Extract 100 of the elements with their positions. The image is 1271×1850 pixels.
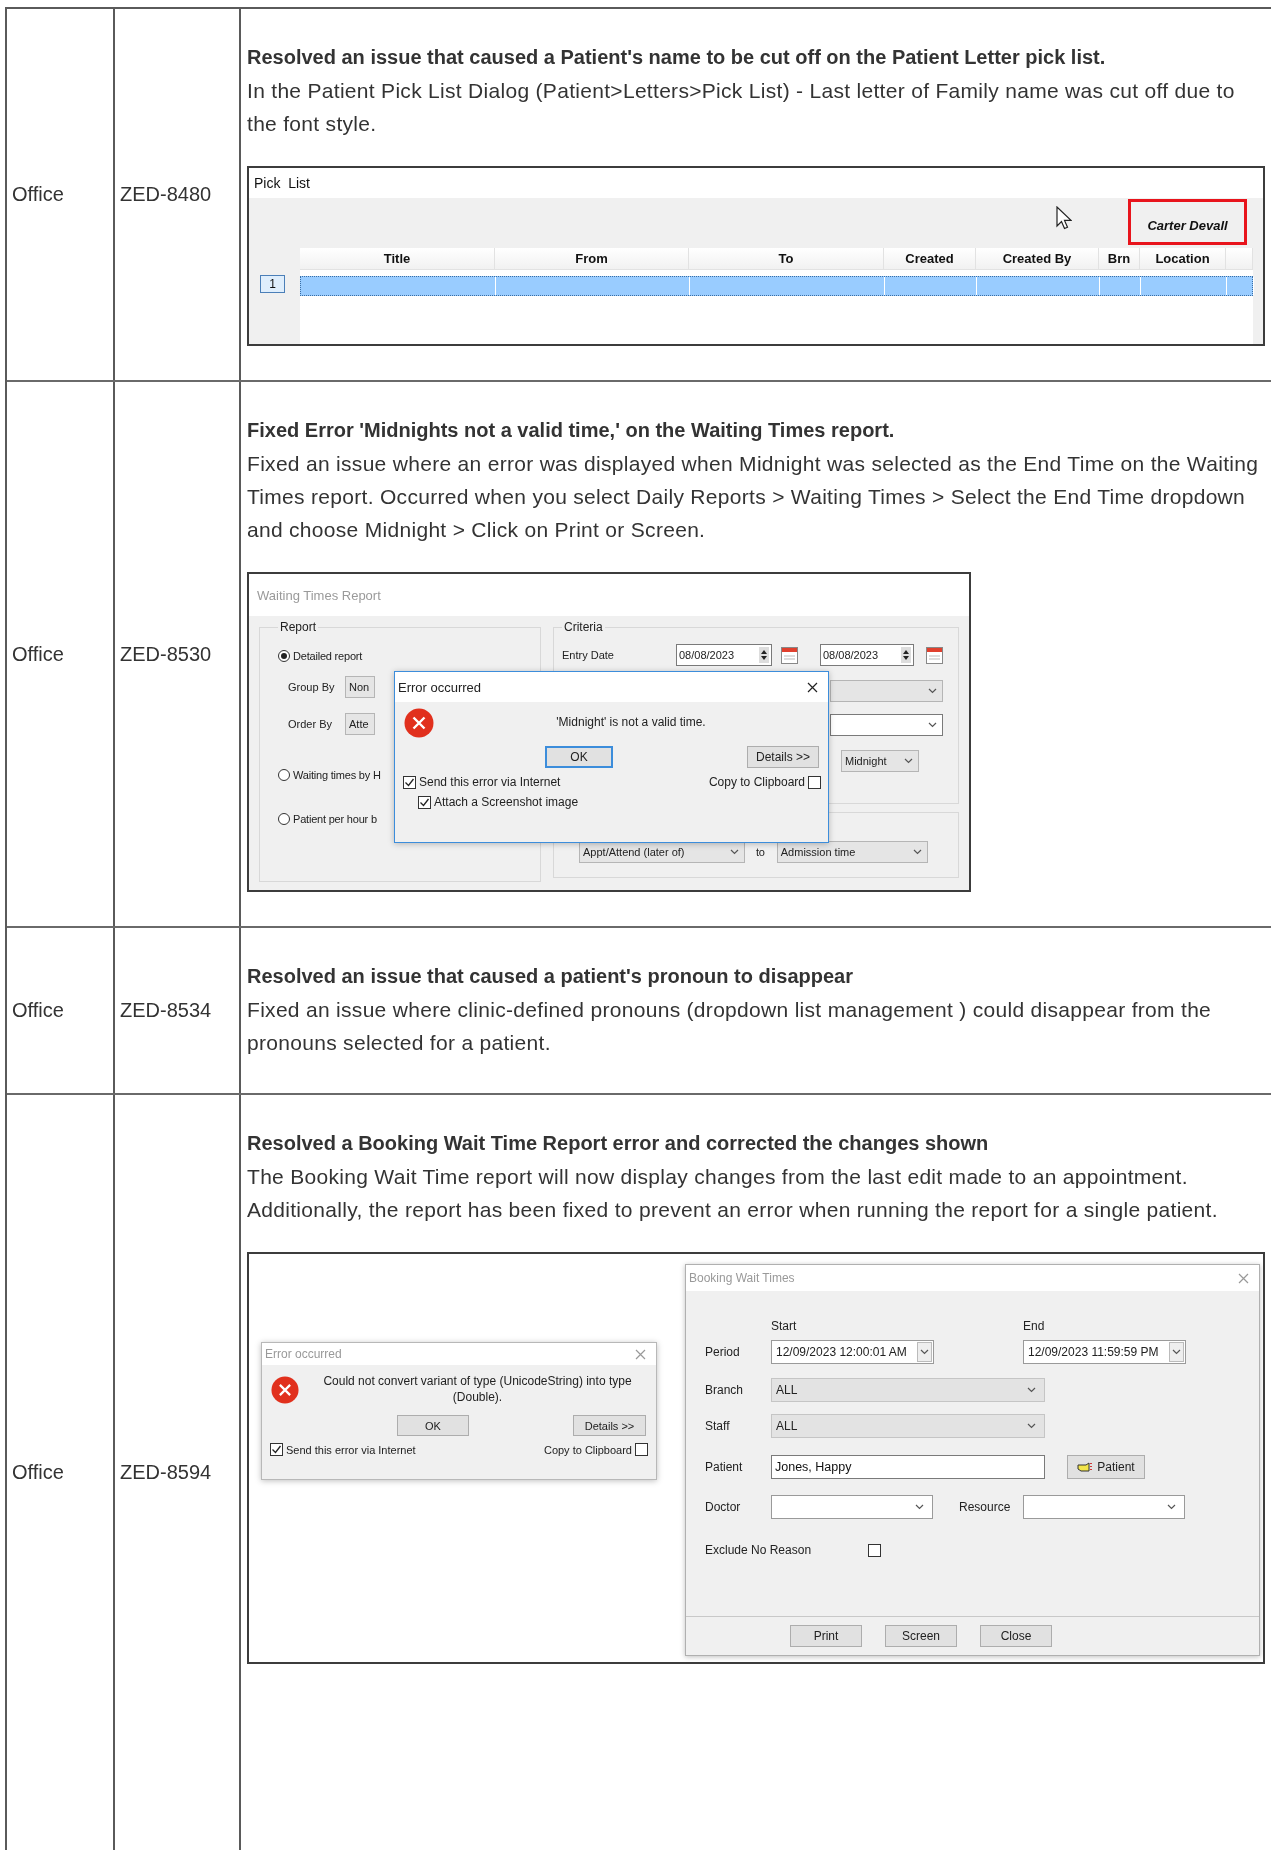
field-label: Branch: [705, 1383, 745, 1397]
error-icon: [271, 1376, 299, 1404]
issue-title: Resolved an issue that caused a patient's pronoun to disappear: [247, 964, 854, 989]
chevron-down-icon: [912, 849, 922, 855]
column-header[interactable]: Created By: [976, 248, 1099, 270]
checkbox-label: Send this error via Internet: [419, 775, 561, 789]
field-label: Entry Date: [562, 649, 615, 661]
checkbox-label: Copy to Clipboard: [708, 775, 805, 789]
chevron-down-icon: [1027, 1423, 1036, 1429]
group-label: Report: [279, 620, 318, 634]
close-icon[interactable]: [807, 681, 818, 693]
area-label: Office: [12, 183, 64, 206]
dropdown[interactable]: [830, 714, 943, 736]
radio-label: Detailed report: [293, 650, 363, 662]
ok-button[interactable]: OK: [397, 1415, 469, 1436]
dropdown[interactable]: Appt/Attend (later of): [579, 841, 745, 863]
field-label: to: [756, 846, 765, 858]
field-label: Order By: [288, 718, 333, 730]
column-header[interactable]: To: [689, 248, 884, 270]
dialog-button[interactable]: Print: [790, 1625, 862, 1647]
checkbox-label: Copy to Clipboard: [543, 1443, 632, 1456]
pointing-hand-icon: [1077, 1461, 1094, 1473]
field-label: Start: [771, 1319, 798, 1333]
dialog-button[interactable]: Close: [980, 1625, 1052, 1647]
column-header[interactable]: Location: [1140, 248, 1226, 270]
dropdown[interactable]: Atte: [345, 713, 375, 735]
window-title: Waiting Times Report: [257, 587, 381, 603]
chevron-down-icon: [730, 849, 739, 855]
field-label: Patient: [705, 1460, 744, 1474]
date-time-field[interactable]: 12/09/2023 11:59:59 PM: [1023, 1340, 1186, 1364]
dropdown[interactable]: Non: [345, 676, 375, 698]
checkbox[interactable]: [270, 1443, 283, 1456]
field-label: End: [1023, 1319, 1046, 1333]
dialog-title: Error occurred: [265, 1347, 342, 1361]
dropdown[interactable]: Admission time: [776, 841, 928, 863]
chevron-down-icon: [1027, 1387, 1036, 1393]
date-field[interactable]: 08/08/2023: [676, 644, 772, 666]
chevron-down-icon: [1167, 1504, 1176, 1510]
calendar-icon[interactable]: [781, 646, 798, 664]
table-row[interactable]: [300, 276, 1253, 296]
radio-label: Waiting times by H: [293, 769, 381, 781]
dialog-button[interactable]: Screen: [885, 1625, 957, 1647]
issue-title: Resolved a Booking Wait Time Report error and corrected the changes shown: [247, 1131, 990, 1156]
details-button[interactable]: Details >>: [747, 746, 819, 768]
issue-title: Resolved an issue that caused a Patient's name to be cut off on the Patient Letter pick list.: [247, 45, 1107, 70]
spin-arrows-icon[interactable]: [759, 647, 769, 663]
field-label: Period: [705, 1345, 741, 1359]
radio-button[interactable]: [278, 813, 290, 825]
dropdown[interactable]: Midnight: [841, 750, 919, 772]
field-label: Staff: [705, 1419, 731, 1433]
calendar-icon[interactable]: [926, 646, 943, 664]
dropdown[interactable]: [1023, 1495, 1185, 1519]
patient-name: Carter Devall: [1128, 199, 1247, 245]
input-field[interactable]: Jones, Happy: [771, 1455, 1045, 1479]
area-label: Office: [12, 1461, 64, 1484]
issue-description: In the Patient Pick List Dialog (Patient>Letters>Pick List) - Last letter of Family name was cut off due to the font style.: [247, 78, 1236, 137]
date-time-field[interactable]: 12/09/2023 12:00:01 AM: [771, 1340, 934, 1364]
issue-description: Fixed an issue where clinic-defined pronouns (dropdown list management ) could disappear from the pronouns selected for a patient.: [247, 997, 1213, 1056]
field-label: Doctor: [705, 1500, 742, 1514]
checkbox-label: Attach a Screenshot image: [434, 795, 579, 809]
checkbox[interactable]: [418, 795, 431, 809]
column-header[interactable]: Created: [884, 248, 976, 270]
mouse-pointer-icon: [1056, 206, 1072, 230]
dialog-title: Booking Wait Times: [689, 1271, 795, 1285]
date-field[interactable]: 08/08/2023: [820, 644, 914, 666]
column-header[interactable]: Title: [300, 248, 495, 270]
chevron-down-icon: [928, 722, 937, 728]
ticket-id: ZED-8480: [120, 183, 212, 206]
issue-description: The Booking Wait Time report will now display changes from the last edit made to an appointment. Additionally, the report has been fixed to prevent an error when running the report for a single patient.: [247, 1164, 1219, 1223]
radio-label: Patient per hour b: [293, 813, 377, 825]
column-header[interactable]: Brn: [1099, 248, 1140, 270]
checkbox-label: Send this error via Internet: [286, 1443, 416, 1456]
spin-arrows-icon[interactable]: [901, 647, 911, 663]
ok-button[interactable]: OK: [545, 746, 613, 768]
details-button[interactable]: Details >>: [573, 1415, 646, 1436]
dropdown[interactable]: [771, 1495, 933, 1519]
checkbox[interactable]: [808, 775, 821, 789]
error-message: Could not convert variant of type (UnicodeString) into type (Double).: [322, 1374, 633, 1406]
checkbox[interactable]: [635, 1443, 648, 1456]
dropdown[interactable]: ALL: [771, 1414, 1045, 1438]
error-icon: [404, 708, 434, 738]
window-title: Pick List: [254, 175, 310, 191]
area-label: Office: [12, 999, 64, 1022]
checkbox[interactable]: [403, 775, 416, 789]
ticket-id: ZED-8534: [120, 999, 212, 1022]
issue-title: Fixed Error 'Midnights not a valid time,' on the Waiting Times report.: [247, 418, 896, 443]
radio-button[interactable]: [278, 769, 290, 781]
dropdown[interactable]: ALL: [771, 1378, 1045, 1402]
issue-description: Fixed an issue where an error was displayed when Midnight was selected as the End Time on the Waiting Times report. Occurred when you select Daily Reports > Waiting Times > Select the End Time dropdown and choose Midnight > Click on Print or Screen.: [247, 451, 1260, 543]
chevron-down-icon: [920, 1349, 929, 1355]
field-label: Exclude No Reason: [705, 1543, 813, 1557]
column-header[interactable]: From: [495, 248, 689, 270]
checkbox[interactable]: [868, 1543, 881, 1557]
ticket-id: ZED-8530: [120, 642, 212, 666]
patient-button[interactable]: Patient: [1067, 1455, 1145, 1479]
chevron-down-icon: [915, 1504, 924, 1510]
radio-button[interactable]: [278, 650, 290, 662]
field-label: Resource: [959, 1500, 1012, 1514]
row-number[interactable]: 1: [260, 275, 285, 293]
chevron-down-icon: [1172, 1349, 1181, 1355]
